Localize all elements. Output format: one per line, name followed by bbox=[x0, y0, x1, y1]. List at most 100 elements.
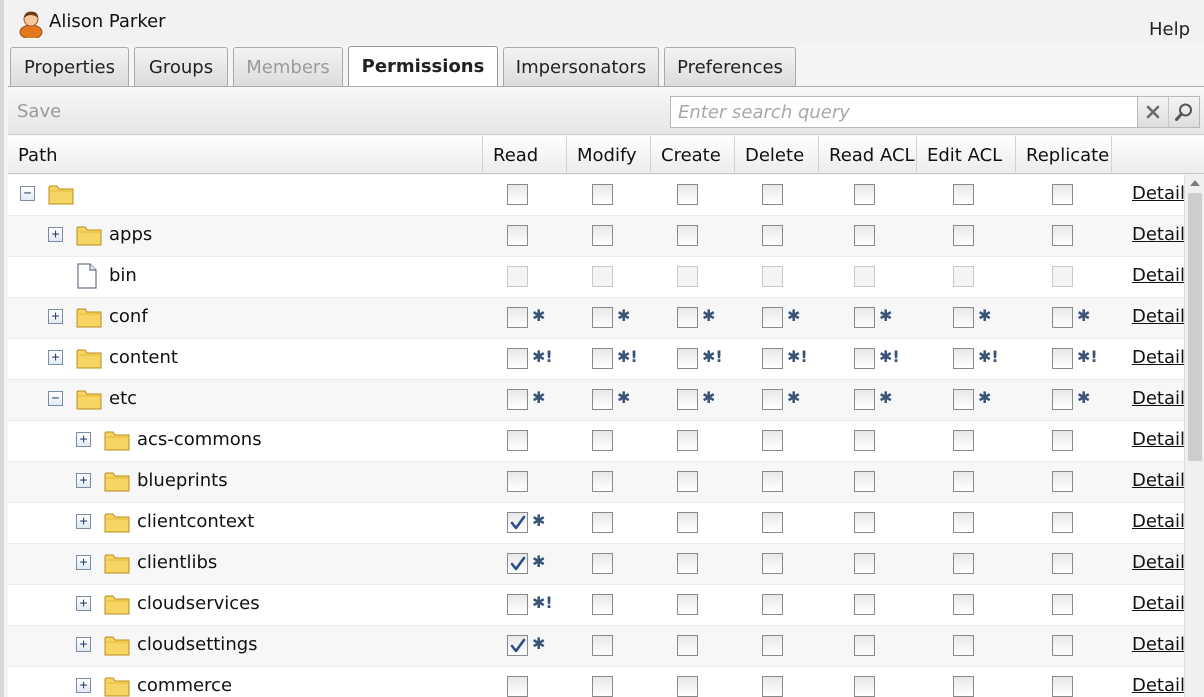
node-label[interactable]: clientlibs bbox=[137, 552, 217, 573]
create-checkbox[interactable] bbox=[677, 307, 698, 328]
search-input[interactable] bbox=[671, 97, 1137, 127]
replicate-checkbox[interactable] bbox=[1052, 594, 1073, 615]
table-row[interactable]: + apps Details bbox=[8, 216, 1184, 257]
expand-icon[interactable]: + bbox=[76, 473, 91, 488]
column-header-path[interactable]: Path bbox=[8, 136, 483, 174]
node-label[interactable]: cloudservices bbox=[137, 593, 260, 614]
delete-checkbox[interactable] bbox=[762, 430, 783, 451]
details-link[interactable]: Details bbox=[1132, 224, 1184, 245]
expand-icon[interactable]: + bbox=[76, 637, 91, 652]
tab-properties[interactable]: Properties bbox=[10, 47, 129, 86]
create-checkbox[interactable] bbox=[677, 430, 698, 451]
save-button[interactable]: Save bbox=[17, 101, 61, 122]
read-checkbox[interactable] bbox=[507, 635, 528, 656]
collapse-icon[interactable]: − bbox=[20, 186, 35, 201]
read-checkbox[interactable] bbox=[507, 594, 528, 615]
details-link[interactable]: Details bbox=[1132, 511, 1184, 532]
expand-icon[interactable]: + bbox=[48, 309, 63, 324]
delete-checkbox[interactable] bbox=[762, 553, 783, 574]
edit-acl-checkbox[interactable] bbox=[953, 635, 974, 656]
table-row[interactable]: − Details bbox=[8, 175, 1184, 216]
tab-groups[interactable]: Groups bbox=[134, 47, 228, 86]
read-checkbox[interactable] bbox=[507, 553, 528, 574]
read-checkbox[interactable] bbox=[507, 348, 528, 369]
replicate-checkbox[interactable] bbox=[1052, 225, 1073, 246]
read-acl-checkbox[interactable] bbox=[854, 307, 875, 328]
read-acl-checkbox[interactable] bbox=[854, 553, 875, 574]
modify-checkbox[interactable] bbox=[592, 184, 613, 205]
edit-acl-checkbox[interactable] bbox=[953, 307, 974, 328]
read-acl-checkbox[interactable] bbox=[854, 430, 875, 451]
create-checkbox[interactable] bbox=[677, 225, 698, 246]
read-checkbox[interactable] bbox=[507, 676, 528, 697]
table-row[interactable]: + clientcontext ✱ Details bbox=[8, 503, 1184, 544]
create-checkbox[interactable] bbox=[677, 512, 698, 533]
read-checkbox[interactable] bbox=[507, 430, 528, 451]
create-checkbox[interactable] bbox=[677, 676, 698, 697]
create-checkbox[interactable] bbox=[677, 594, 698, 615]
modify-checkbox[interactable] bbox=[592, 512, 613, 533]
read-acl-checkbox[interactable] bbox=[854, 471, 875, 492]
table-row[interactable]: + cloudservices ✱! Details bbox=[8, 585, 1184, 626]
edit-acl-checkbox[interactable] bbox=[953, 471, 974, 492]
table-row[interactable]: bin Details bbox=[8, 257, 1184, 298]
modify-checkbox[interactable] bbox=[592, 389, 613, 410]
edit-acl-checkbox[interactable] bbox=[953, 348, 974, 369]
create-checkbox[interactable] bbox=[677, 635, 698, 656]
create-checkbox[interactable] bbox=[677, 184, 698, 205]
search-button[interactable] bbox=[1168, 97, 1199, 127]
node-label[interactable]: etc bbox=[109, 388, 137, 409]
replicate-checkbox[interactable] bbox=[1052, 389, 1073, 410]
replicate-checkbox[interactable] bbox=[1052, 676, 1073, 697]
column-header-read[interactable]: Read bbox=[483, 136, 567, 174]
modify-checkbox[interactable] bbox=[592, 430, 613, 451]
read-checkbox[interactable] bbox=[507, 225, 528, 246]
read-checkbox[interactable] bbox=[507, 184, 528, 205]
expand-icon[interactable]: + bbox=[76, 432, 91, 447]
delete-checkbox[interactable] bbox=[762, 184, 783, 205]
details-link[interactable]: Details bbox=[1132, 634, 1184, 655]
table-row[interactable]: + conf ✱ ✱ ✱ ✱ ✱ ✱ ✱ Details bbox=[8, 298, 1184, 339]
delete-checkbox[interactable] bbox=[762, 471, 783, 492]
details-link[interactable]: Details bbox=[1132, 593, 1184, 614]
replicate-checkbox[interactable] bbox=[1052, 553, 1073, 574]
vertical-scrollbar[interactable] bbox=[1184, 175, 1204, 697]
create-checkbox[interactable] bbox=[677, 389, 698, 410]
create-checkbox[interactable] bbox=[677, 471, 698, 492]
modify-checkbox[interactable] bbox=[592, 594, 613, 615]
details-link[interactable]: Details bbox=[1132, 429, 1184, 450]
details-link[interactable]: Details bbox=[1132, 675, 1184, 696]
column-header-edit-acl[interactable]: Edit ACL bbox=[917, 136, 1016, 174]
replicate-checkbox[interactable] bbox=[1052, 512, 1073, 533]
column-header-modify[interactable]: Modify bbox=[567, 136, 651, 174]
table-row[interactable]: + cloudsettings ✱ Details bbox=[8, 626, 1184, 667]
details-link[interactable]: Details bbox=[1132, 347, 1184, 368]
scroll-thumb[interactable] bbox=[1188, 193, 1202, 461]
table-row[interactable]: + commerce Details bbox=[8, 667, 1184, 697]
read-acl-checkbox[interactable] bbox=[854, 389, 875, 410]
replicate-checkbox[interactable] bbox=[1052, 184, 1073, 205]
edit-acl-checkbox[interactable] bbox=[953, 225, 974, 246]
help-link[interactable]: Help bbox=[1149, 19, 1190, 40]
modify-checkbox[interactable] bbox=[592, 348, 613, 369]
tab-preferences[interactable]: Preferences bbox=[664, 47, 796, 86]
delete-checkbox[interactable] bbox=[762, 389, 783, 410]
delete-checkbox[interactable] bbox=[762, 635, 783, 656]
read-acl-checkbox[interactable] bbox=[854, 594, 875, 615]
delete-checkbox[interactable] bbox=[762, 512, 783, 533]
edit-acl-checkbox[interactable] bbox=[953, 430, 974, 451]
expand-icon[interactable]: + bbox=[76, 596, 91, 611]
edit-acl-checkbox[interactable] bbox=[953, 594, 974, 615]
node-label[interactable]: clientcontext bbox=[137, 511, 254, 532]
details-link[interactable]: Details bbox=[1132, 265, 1184, 286]
replicate-checkbox[interactable] bbox=[1052, 471, 1073, 492]
table-row[interactable]: + blueprints Details bbox=[8, 462, 1184, 503]
expand-icon[interactable]: + bbox=[48, 350, 63, 365]
edit-acl-checkbox[interactable] bbox=[953, 389, 974, 410]
column-header-delete[interactable]: Delete bbox=[735, 136, 819, 174]
edit-acl-checkbox[interactable] bbox=[953, 676, 974, 697]
node-label[interactable]: cloudsettings bbox=[137, 634, 258, 655]
read-checkbox[interactable] bbox=[507, 307, 528, 328]
edit-acl-checkbox[interactable] bbox=[953, 512, 974, 533]
node-label[interactable]: commerce bbox=[137, 675, 232, 696]
